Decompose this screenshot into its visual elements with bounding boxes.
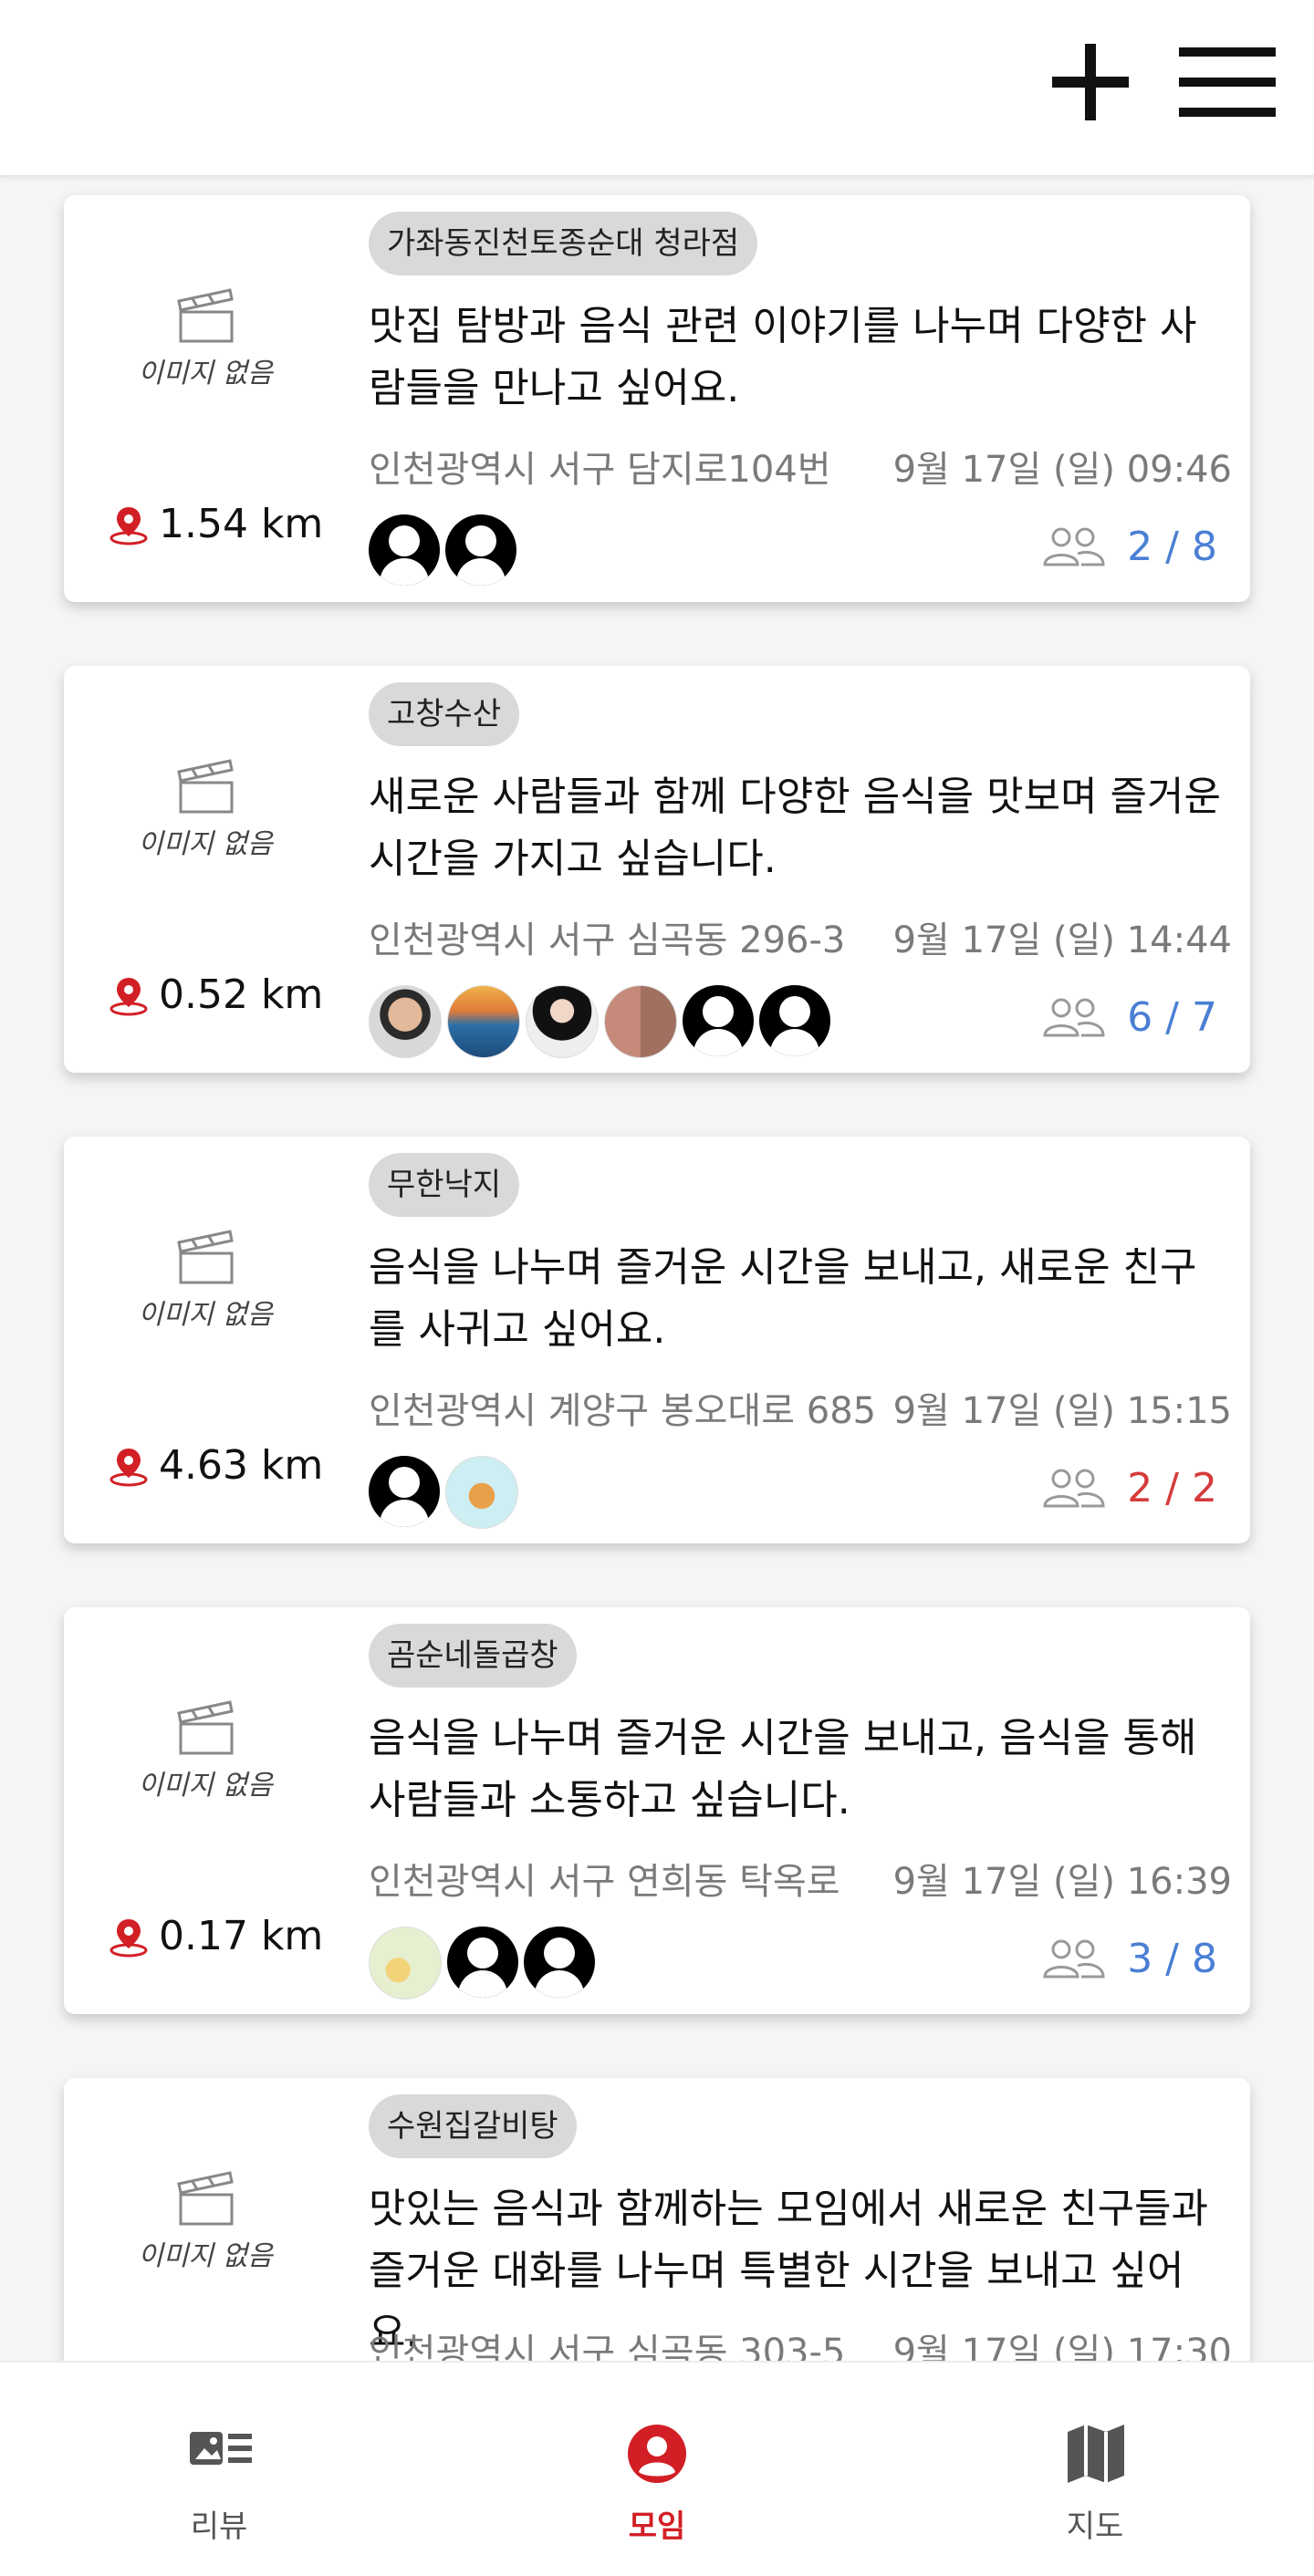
avatar[interactable]	[369, 1927, 442, 2000]
clapperboard-icon	[177, 1230, 234, 1284]
meetup-description: 음식을 나누며 즐거운 시간을 보내고, 음식을 통해 사람들과 소통하고 싶습…	[369, 1715, 1197, 1823]
menu-icon	[1179, 47, 1276, 117]
no-image-label: 이미지 없음	[138, 2240, 273, 2272]
distance: 0.52 km	[108, 971, 323, 1018]
top-app-bar	[0, 0, 1314, 177]
capacity: 2 / 2	[1041, 1465, 1217, 1511]
distance-text: 0.17 km	[159, 1913, 324, 1959]
restaurant-tag[interactable]: 가좌동진천토종순대 청라점	[369, 212, 758, 275]
no-image-placeholder: 이미지 없음	[119, 285, 292, 394]
distance-text: 4.63 km	[159, 1442, 324, 1489]
meetup-address: 인천광역시 서구 심곡동 296-3	[369, 919, 846, 961]
no-image-label: 이미지 없음	[138, 1770, 273, 1802]
meetup-list[interactable]: 이미지 없음 1.54 km 가좌동진천토종순대 청라점 맛집 탐방과 음식 관…	[0, 175, 1314, 2361]
avatar-default-icon[interactable]	[447, 1927, 518, 1998]
meetup-datetime: 9월 17일 (일) 09:46	[892, 449, 1232, 491]
meetup-datetime: 9월 17일 (일) 15:15	[892, 1390, 1232, 1432]
capacity: 2 / 8	[1041, 524, 1217, 570]
capacity-text: 2 / 8	[1127, 524, 1217, 570]
location-pin-icon	[110, 506, 148, 545]
menu-button[interactable]	[1177, 36, 1276, 128]
distance: 1.54 km	[108, 501, 323, 547]
meetup-address: 인천광역시 서구 심곡동 303-5	[369, 2332, 846, 2361]
meetup-description: 음식을 나누며 즐거운 시간을 보내고, 새로운 친구를 사귀고 싶어요.	[369, 1244, 1197, 1353]
map-icon	[1068, 2425, 1124, 2483]
meetup-address: 인천광역시 서구 연희동 탁옥로	[369, 1861, 840, 1903]
clapperboard-icon	[177, 1700, 234, 1755]
avatar-default-icon[interactable]	[683, 985, 754, 1056]
capacity-text: 6 / 7	[1127, 994, 1217, 1041]
capacity: 3 / 8	[1041, 1936, 1217, 1982]
restaurant-tag[interactable]: 고창수산	[369, 682, 520, 746]
capacity: 6 / 7	[1041, 994, 1217, 1041]
meetup-card[interactable]: 이미지 없음 4.63 km 무한낙지 음식을 나누며 즐거운 시간을 보내고,…	[64, 1137, 1250, 1543]
meetup-description: 새로운 사람들과 함께 다양한 음식을 맛보며 즐거운 시간을 가지고 싶습니다…	[369, 774, 1221, 882]
review-icon	[190, 2432, 252, 2465]
restaurant-tag[interactable]: 곰순네돌곱창	[369, 1624, 577, 1688]
meetup-datetime: 9월 17일 (일) 14:44	[892, 919, 1232, 961]
avatar[interactable]	[604, 985, 677, 1058]
nav-map-label: 지도	[1066, 2508, 1124, 2545]
meetup-card[interactable]: 이미지 없음 0.17 km 곰순네돌곱창 음식을 나누며 즐거운 시간을 보내…	[64, 1607, 1250, 2014]
meetup-datetime: 9월 17일 (일) 17:30	[892, 2332, 1232, 2361]
participant-avatars	[369, 514, 522, 586]
avatar-default-icon[interactable]	[759, 985, 830, 1056]
people-icon	[1043, 1939, 1105, 1978]
avatar[interactable]	[445, 1456, 518, 1529]
distance: 0.17 km	[108, 1913, 323, 1959]
location-pin-icon	[110, 1918, 148, 1957]
meetup-icon	[628, 2425, 686, 2483]
capacity-text: 3 / 8	[1127, 1936, 1217, 1982]
location-pin-icon	[110, 977, 148, 1015]
meetup-card[interactable]: 이미지 없음 수원집갈비탕 맛있는 음식과 함께하는 모임에서 새로운 친구들과…	[64, 2078, 1250, 2361]
participant-avatars	[369, 1927, 600, 2000]
participant-avatars	[369, 1456, 524, 1529]
clapperboard-icon	[177, 759, 234, 814]
nav-review[interactable]: 리뷰	[110, 2363, 328, 2576]
avatar-default-icon[interactable]	[369, 514, 440, 586]
capacity-text: 2 / 2	[1127, 1465, 1217, 1511]
avatar-default-icon[interactable]	[369, 1456, 440, 1527]
no-image-label: 이미지 없음	[138, 828, 273, 860]
meetup-description: 맛집 탐방과 음식 관련 이야기를 나누며 다양한 사람들을 만나고 싶어요.	[369, 303, 1197, 411]
people-icon	[1043, 1469, 1105, 1507]
avatar-default-icon[interactable]	[445, 514, 516, 586]
meetup-address: 인천광역시 서구 담지로104번	[369, 449, 831, 491]
bottom-navigation: 리뷰 모임 지도	[0, 2361, 1314, 2576]
avatar[interactable]	[369, 985, 442, 1058]
participant-avatars	[369, 985, 836, 1058]
nav-map[interactable]: 지도	[986, 2363, 1204, 2576]
avatar[interactable]	[447, 985, 520, 1058]
distance: 4.63 km	[108, 1442, 323, 1489]
location-pin-icon	[110, 1448, 148, 1486]
restaurant-tag[interactable]: 무한낙지	[369, 1153, 520, 1217]
meetup-address: 인천광역시 계양구 봉오대로 685	[369, 1390, 877, 1432]
meetup-card[interactable]: 이미지 없음 0.52 km 고창수산 새로운 사람들과 함께 다양한 음식을 …	[64, 666, 1250, 1073]
clapperboard-icon	[177, 2171, 234, 2226]
restaurant-tag[interactable]: 수원집갈비탕	[369, 2094, 577, 2158]
add-meetup-button[interactable]	[1045, 36, 1136, 128]
nav-meetup[interactable]: 모임	[548, 2363, 766, 2576]
no-image-placeholder: 이미지 없음	[119, 1697, 292, 1806]
no-image-label: 이미지 없음	[138, 1299, 273, 1331]
people-icon	[1043, 527, 1105, 566]
distance-text: 0.52 km	[159, 971, 324, 1018]
meetup-datetime: 9월 17일 (일) 16:39	[892, 1861, 1232, 1903]
nav-review-label: 리뷰	[190, 2508, 248, 2545]
no-image-label: 이미지 없음	[138, 358, 273, 390]
avatar[interactable]	[526, 985, 599, 1058]
no-image-placeholder: 이미지 없음	[119, 2167, 292, 2277]
nav-meetup-label: 모임	[628, 2508, 686, 2545]
distance-text: 1.54 km	[159, 501, 324, 547]
plus-icon	[1052, 44, 1129, 120]
no-image-placeholder: 이미지 없음	[119, 755, 292, 865]
avatar-default-icon[interactable]	[524, 1927, 595, 1998]
clapperboard-icon	[177, 288, 234, 343]
people-icon	[1043, 998, 1105, 1036]
meetup-card[interactable]: 이미지 없음 1.54 km 가좌동진천토종순대 청라점 맛집 탐방과 음식 관…	[64, 195, 1250, 602]
no-image-placeholder: 이미지 없음	[119, 1226, 292, 1335]
